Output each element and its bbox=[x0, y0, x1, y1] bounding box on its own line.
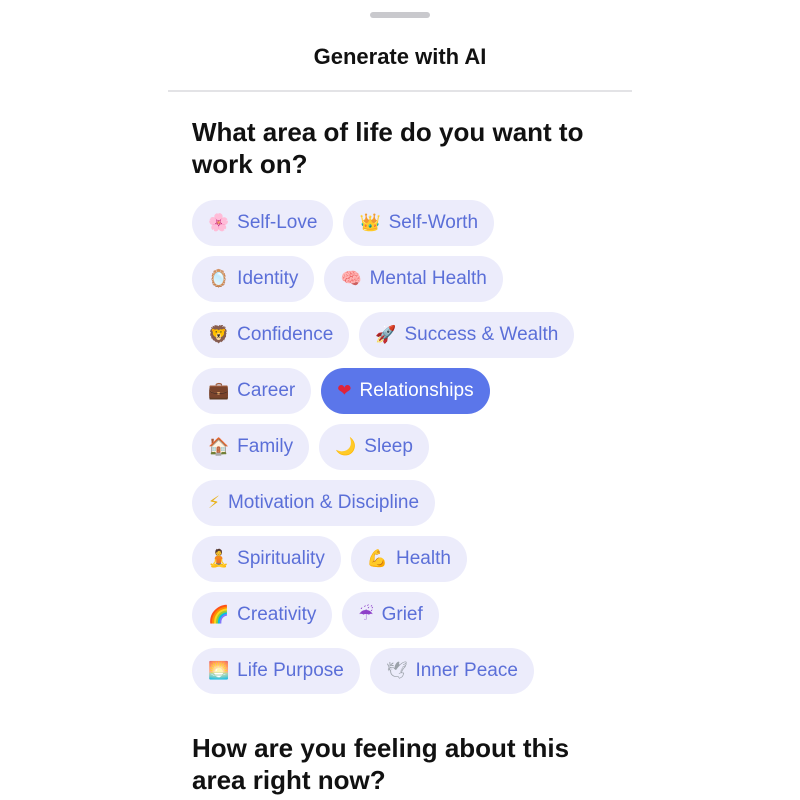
house-icon: 🏠 bbox=[208, 436, 230, 457]
sunrise-icon: 🌅 bbox=[208, 660, 230, 681]
chip-creativity[interactable]: 🌈 Creativity bbox=[192, 592, 333, 638]
brain-icon: 🧠 bbox=[340, 268, 362, 289]
chip-identity[interactable]: 🪞 Identity bbox=[192, 256, 315, 302]
chip-label: Family bbox=[237, 436, 294, 457]
mirror-icon: 🪞 bbox=[208, 268, 230, 289]
header-divider bbox=[168, 90, 632, 92]
lion-icon: 🦁 bbox=[208, 324, 230, 345]
dove-icon: 🕊 bbox=[385, 660, 408, 681]
chip-label: Sleep bbox=[364, 436, 413, 457]
chip-health[interactable]: 💪 Health bbox=[350, 536, 467, 582]
heart-icon: ❤ bbox=[337, 380, 352, 401]
chip-label: Inner Peace bbox=[415, 660, 518, 681]
chip-label: Spirituality bbox=[237, 548, 325, 569]
chip-row: 🏠 Family 🌙 Sleep bbox=[192, 424, 612, 470]
chip-row: 🌸 Self-Love 👑 Self-Worth bbox=[192, 200, 612, 246]
sheet-title: Generate with AI bbox=[313, 44, 487, 69]
chip-label: Grief bbox=[381, 604, 423, 625]
chip-label: Health bbox=[396, 548, 451, 569]
chip-label: Confidence bbox=[237, 324, 334, 345]
flexed-biceps-icon: 💪 bbox=[366, 548, 388, 569]
chip-success-wealth[interactable]: 🚀 Success & Wealth bbox=[359, 312, 575, 358]
rocket-icon: 🚀 bbox=[375, 324, 397, 345]
chip-relationships-selected[interactable]: ❤ Relationships bbox=[321, 368, 490, 414]
chip-confidence[interactable]: 🦁 Confidence bbox=[192, 312, 350, 358]
chip-family[interactable]: 🏠 Family bbox=[192, 424, 310, 470]
chip-row: 🧘 Spirituality 💪 Health bbox=[192, 536, 612, 582]
chip-career[interactable]: 💼 Career bbox=[192, 368, 312, 414]
chip-label: Life Purpose bbox=[237, 660, 344, 681]
chip-label: Success & Wealth bbox=[404, 324, 559, 345]
chip-row: 🪞 Identity 🧠 Mental Health bbox=[192, 256, 612, 302]
chip-mental-health[interactable]: 🧠 Mental Health bbox=[324, 256, 503, 302]
lightning-icon: ⚡ bbox=[208, 492, 220, 513]
area-chip-list: 🌸 Self-Love 👑 Self-Worth 🪞 Identity 🧠 Mental… bbox=[192, 200, 612, 704]
chip-row: 🌈 Creativity ☔ Grief bbox=[192, 592, 612, 638]
chip-motivation-discipline[interactable]: ⚡ Motivation & Discipline bbox=[192, 480, 436, 526]
chip-label: Self-Worth bbox=[388, 212, 479, 233]
chip-label: Identity bbox=[237, 268, 299, 289]
chip-self-love[interactable]: 🌸 Self-Love bbox=[192, 200, 334, 246]
chip-row: 🌅 Life Purpose 🕊 Inner Peace bbox=[192, 648, 612, 694]
chip-label: Self-Love bbox=[237, 212, 318, 233]
chip-life-purpose[interactable]: 🌅 Life Purpose bbox=[192, 648, 360, 694]
chip-sleep[interactable]: 🌙 Sleep bbox=[319, 424, 429, 470]
chip-label: Mental Health bbox=[369, 268, 487, 289]
chip-grief[interactable]: ☔ Grief bbox=[342, 592, 439, 638]
chip-row: 💼 Career ❤ Relationships bbox=[192, 368, 612, 414]
chip-label: Creativity bbox=[237, 604, 317, 625]
meditation-icon: 🧘 bbox=[208, 548, 230, 569]
chip-label: Relationships bbox=[359, 380, 474, 401]
area-question: What area of life do you want to work on… bbox=[192, 117, 584, 179]
chip-label: Career bbox=[237, 380, 296, 401]
chip-label: Motivation & Discipline bbox=[227, 492, 420, 513]
chip-row: 🦁 Confidence 🚀 Success & Wealth bbox=[192, 312, 612, 358]
chip-spirituality[interactable]: 🧘 Spirituality bbox=[192, 536, 341, 582]
chip-row: ⚡ Motivation & Discipline bbox=[192, 480, 612, 526]
chip-inner-peace[interactable]: 🕊 Inner Peace bbox=[369, 648, 534, 694]
drag-handle[interactable] bbox=[370, 12, 430, 18]
chip-self-worth[interactable]: 👑 Self-Worth bbox=[343, 200, 495, 246]
moon-icon: 🌙 bbox=[335, 436, 357, 457]
feeling-question: How are you feeling about this area righ… bbox=[192, 733, 570, 795]
umbrella-rain-icon: ☔ bbox=[358, 604, 374, 625]
briefcase-icon: 💼 bbox=[208, 380, 230, 401]
generate-sheet: Generate with AI What area of life do yo… bbox=[168, 0, 632, 800]
rainbow-icon: 🌈 bbox=[208, 604, 230, 625]
cherry-blossom-icon: 🌸 bbox=[208, 212, 230, 233]
crown-icon: 👑 bbox=[359, 212, 381, 233]
